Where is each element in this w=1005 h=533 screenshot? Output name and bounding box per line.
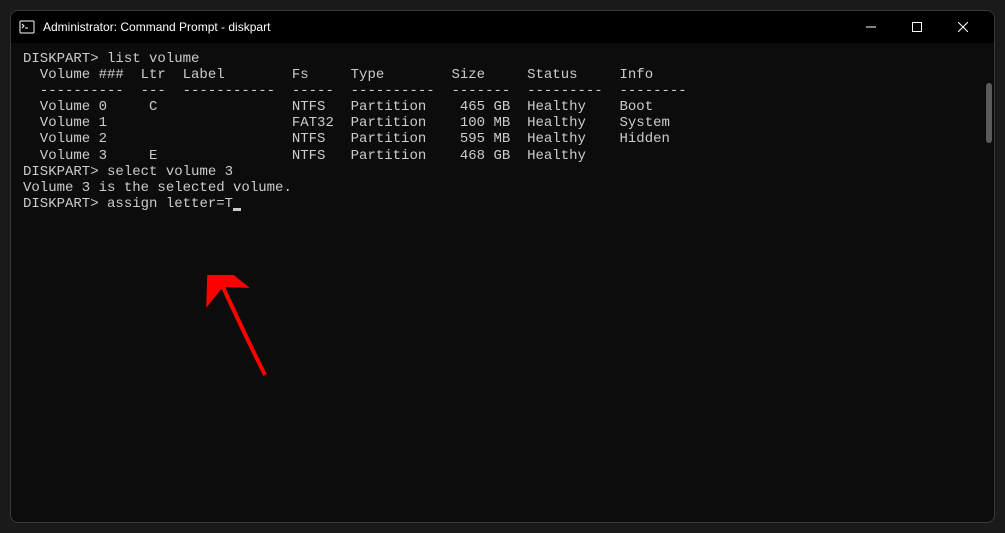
command-text: list volume — [99, 51, 200, 67]
table-header: Volume ### Ltr Label Fs Type Size Status… — [23, 67, 982, 83]
response-text: Volume 3 is the selected volume. — [23, 180, 982, 196]
app-icon — [19, 19, 35, 35]
prompt-line-3: DISKPART> assign letter=T — [23, 196, 982, 212]
prompt: DISKPART> — [23, 51, 99, 67]
prompt: DISKPART> — [23, 164, 99, 180]
table-row: Volume 0 C NTFS Partition 465 GB Healthy… — [23, 99, 982, 115]
minimize-button[interactable] — [848, 11, 894, 43]
command-prompt-window: Administrator: Command Prompt - diskpart… — [10, 10, 995, 523]
table-row: Volume 3 E NTFS Partition 468 GB Healthy — [23, 148, 982, 164]
command-text: assign letter=T — [99, 196, 233, 212]
prompt-line-1: DISKPART> list volume — [23, 51, 982, 67]
terminal-output[interactable]: DISKPART> list volume Volume ### Ltr Lab… — [11, 43, 994, 522]
maximize-button[interactable] — [894, 11, 940, 43]
close-button[interactable] — [940, 11, 986, 43]
prompt: DISKPART> — [23, 196, 99, 212]
table-row: Volume 1 FAT32 Partition 100 MB Healthy … — [23, 115, 982, 131]
window-controls — [848, 11, 986, 43]
prompt-line-2: DISKPART> select volume 3 — [23, 164, 982, 180]
command-text: select volume 3 — [99, 164, 233, 180]
table-divider: ---------- --- ----------- ----- -------… — [23, 83, 982, 99]
window-title: Administrator: Command Prompt - diskpart — [43, 20, 848, 34]
scrollbar-thumb[interactable] — [986, 83, 992, 143]
titlebar[interactable]: Administrator: Command Prompt - diskpart — [11, 11, 994, 43]
table-row: Volume 2 NTFS Partition 595 MB Healthy H… — [23, 131, 982, 147]
cursor — [233, 208, 241, 211]
